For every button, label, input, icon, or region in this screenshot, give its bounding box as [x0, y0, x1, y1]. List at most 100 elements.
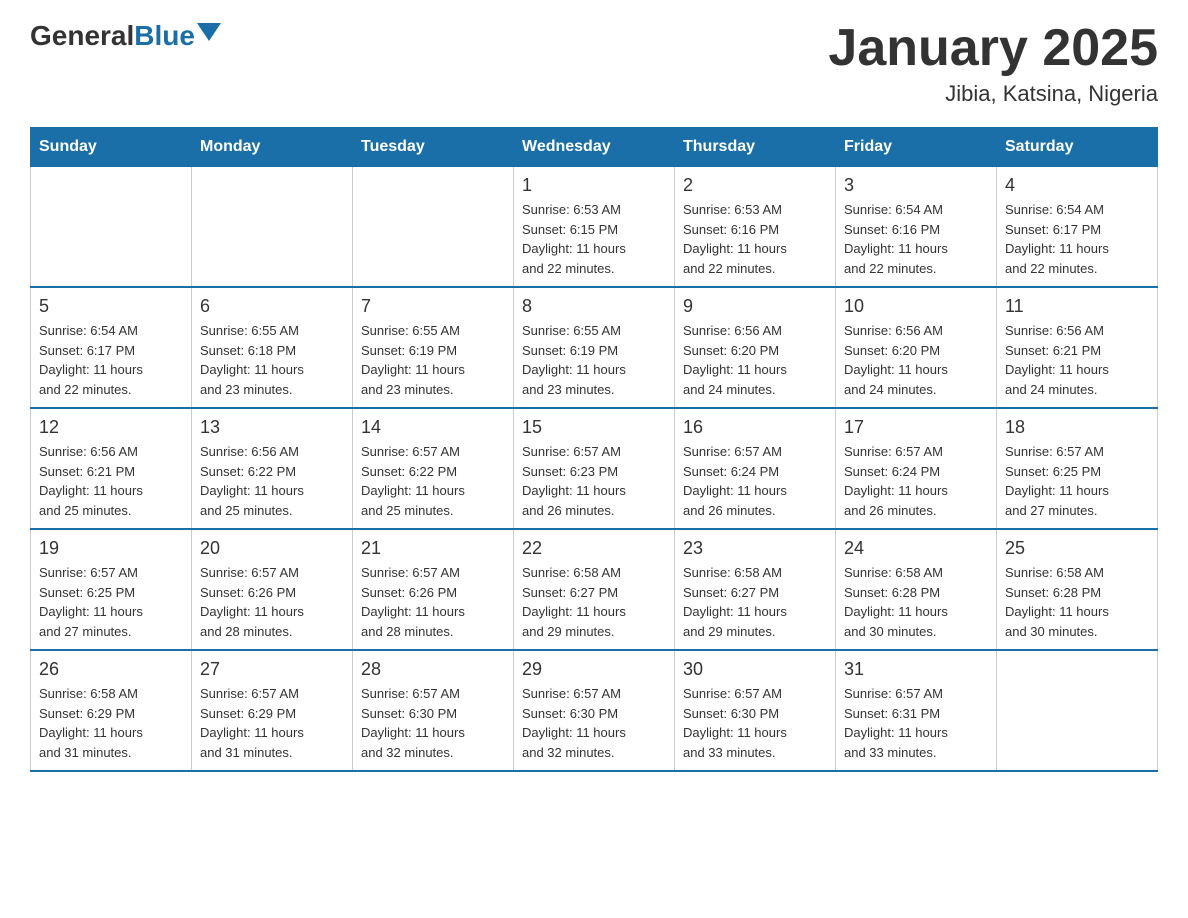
- day-info: Sunrise: 6:53 AM Sunset: 6:16 PM Dayligh…: [683, 200, 827, 278]
- day-info: Sunrise: 6:55 AM Sunset: 6:19 PM Dayligh…: [361, 321, 505, 399]
- calendar-week-row: 19 Sunrise: 6:57 AM Sunset: 6:25 PM Dayli…: [31, 529, 1158, 650]
- day-number: 24: [844, 538, 988, 559]
- calendar-cell: 3Sunrise: 6:54 AM Sunset: 6:16 PM Daylig…: [836, 167, 997, 288]
- calendar-table: SundayMondayTuesdayWednesdayThursdayFrid…: [30, 127, 1158, 772]
- calendar-cell: 15 Sunrise: 6:57 AM Sunset: 6:23 PM Dayli…: [514, 408, 675, 529]
- day-info: Sunrise: 6:57 AM Sunset: 6:24 PM Dayligh…: [683, 442, 827, 520]
- day-info: Sunrise: 6:57 AM Sunset: 6:30 PM Dayligh…: [522, 684, 666, 762]
- calendar-cell: 19 Sunrise: 6:57 AM Sunset: 6:25 PM Dayli…: [31, 529, 192, 650]
- calendar-header-row: SundayMondayTuesdayWednesdayThursdayFrid…: [31, 128, 1158, 167]
- calendar-cell: 5 Sunrise: 6:54 AM Sunset: 6:17 PM Daylig…: [31, 287, 192, 408]
- calendar-cell: 21 Sunrise: 6:57 AM Sunset: 6:26 PM Dayli…: [353, 529, 514, 650]
- calendar-cell: 2 Sunrise: 6:53 AM Sunset: 6:16 PM Daylig…: [675, 167, 836, 288]
- day-info: Sunrise: 6:57 AM Sunset: 6:24 PM Dayligh…: [844, 442, 988, 520]
- day-number: 6: [200, 296, 344, 317]
- day-number: 28: [361, 659, 505, 680]
- calendar-week-row: 26Sunrise: 6:58 AM Sunset: 6:29 PM Dayli…: [31, 650, 1158, 771]
- day-number: 30: [683, 659, 827, 680]
- day-info: Sunrise: 6:56 AM Sunset: 6:21 PM Dayligh…: [1005, 321, 1149, 399]
- day-info: Sunrise: 6:58 AM Sunset: 6:28 PM Dayligh…: [1005, 563, 1149, 641]
- day-info: Sunrise: 6:58 AM Sunset: 6:27 PM Dayligh…: [522, 563, 666, 641]
- calendar-week-row: 12 Sunrise: 6:56 AM Sunset: 6:21 PM Dayli…: [31, 408, 1158, 529]
- day-number: 12: [39, 417, 183, 438]
- header-friday: Friday: [836, 128, 997, 167]
- calendar-cell: 28 Sunrise: 6:57 AM Sunset: 6:30 PM Dayli…: [353, 650, 514, 771]
- day-number: 23: [683, 538, 827, 559]
- header-sunday: Sunday: [31, 128, 192, 167]
- day-info: Sunrise: 6:54 AM Sunset: 6:16 PM Dayligh…: [844, 200, 988, 278]
- day-info: Sunrise: 6:54 AM Sunset: 6:17 PM Dayligh…: [39, 321, 183, 399]
- day-number: 18: [1005, 417, 1149, 438]
- day-number: 5: [39, 296, 183, 317]
- calendar-cell: [997, 650, 1158, 771]
- calendar-cell: 11 Sunrise: 6:56 AM Sunset: 6:21 PM Dayli…: [997, 287, 1158, 408]
- day-number: 22: [522, 538, 666, 559]
- day-info: Sunrise: 6:57 AM Sunset: 6:29 PM Dayligh…: [200, 684, 344, 762]
- day-info: Sunrise: 6:55 AM Sunset: 6:19 PM Dayligh…: [522, 321, 666, 399]
- day-info: Sunrise: 6:57 AM Sunset: 6:22 PM Dayligh…: [361, 442, 505, 520]
- day-number: 11: [1005, 296, 1149, 317]
- day-number: 14: [361, 417, 505, 438]
- calendar-subtitle: Jibia, Katsina, Nigeria: [828, 81, 1158, 107]
- calendar-cell: 16 Sunrise: 6:57 AM Sunset: 6:24 PM Dayli…: [675, 408, 836, 529]
- day-number: 4: [1005, 175, 1149, 196]
- header-monday: Monday: [192, 128, 353, 167]
- calendar-cell: 31 Sunrise: 6:57 AM Sunset: 6:31 PM Dayli…: [836, 650, 997, 771]
- calendar-week-row: 5 Sunrise: 6:54 AM Sunset: 6:17 PM Daylig…: [31, 287, 1158, 408]
- day-number: 17: [844, 417, 988, 438]
- day-number: 19: [39, 538, 183, 559]
- header-wednesday: Wednesday: [514, 128, 675, 167]
- day-number: 31: [844, 659, 988, 680]
- day-number: 25: [1005, 538, 1149, 559]
- day-info: Sunrise: 6:54 AM Sunset: 6:17 PM Dayligh…: [1005, 200, 1149, 278]
- day-info: Sunrise: 6:57 AM Sunset: 6:26 PM Dayligh…: [200, 563, 344, 641]
- day-number: 9: [683, 296, 827, 317]
- header-tuesday: Tuesday: [353, 128, 514, 167]
- calendar-cell: 18Sunrise: 6:57 AM Sunset: 6:25 PM Dayli…: [997, 408, 1158, 529]
- day-info: Sunrise: 6:56 AM Sunset: 6:20 PM Dayligh…: [844, 321, 988, 399]
- calendar-title: January 2025: [828, 20, 1158, 77]
- calendar-cell: 22 Sunrise: 6:58 AM Sunset: 6:27 PM Dayli…: [514, 529, 675, 650]
- day-number: 20: [200, 538, 344, 559]
- calendar-cell: 13Sunrise: 6:56 AM Sunset: 6:22 PM Dayli…: [192, 408, 353, 529]
- day-number: 10: [844, 296, 988, 317]
- page-header: General Blue January 2025 Jibia, Katsina…: [30, 20, 1158, 107]
- day-info: Sunrise: 6:57 AM Sunset: 6:23 PM Dayligh…: [522, 442, 666, 520]
- calendar-cell: 6 Sunrise: 6:55 AM Sunset: 6:18 PM Daylig…: [192, 287, 353, 408]
- calendar-cell: [31, 167, 192, 288]
- day-info: Sunrise: 6:57 AM Sunset: 6:30 PM Dayligh…: [361, 684, 505, 762]
- logo-general-text: General: [30, 20, 134, 52]
- day-info: Sunrise: 6:57 AM Sunset: 6:30 PM Dayligh…: [683, 684, 827, 762]
- day-info: Sunrise: 6:56 AM Sunset: 6:21 PM Dayligh…: [39, 442, 183, 520]
- day-info: Sunrise: 6:53 AM Sunset: 6:15 PM Dayligh…: [522, 200, 666, 278]
- logo-blue-text: Blue: [134, 20, 195, 52]
- day-number: 15: [522, 417, 666, 438]
- calendar-cell: 7Sunrise: 6:55 AM Sunset: 6:19 PM Daylig…: [353, 287, 514, 408]
- calendar-cell: 12 Sunrise: 6:56 AM Sunset: 6:21 PM Dayli…: [31, 408, 192, 529]
- day-number: 1: [522, 175, 666, 196]
- calendar-cell: 10 Sunrise: 6:56 AM Sunset: 6:20 PM Dayli…: [836, 287, 997, 408]
- day-info: Sunrise: 6:57 AM Sunset: 6:26 PM Dayligh…: [361, 563, 505, 641]
- day-number: 8: [522, 296, 666, 317]
- day-number: 27: [200, 659, 344, 680]
- calendar-cell: 30 Sunrise: 6:57 AM Sunset: 6:30 PM Dayli…: [675, 650, 836, 771]
- day-info: Sunrise: 6:58 AM Sunset: 6:28 PM Dayligh…: [844, 563, 988, 641]
- day-number: 21: [361, 538, 505, 559]
- calendar-cell: 24 Sunrise: 6:58 AM Sunset: 6:28 PM Dayli…: [836, 529, 997, 650]
- day-info: Sunrise: 6:55 AM Sunset: 6:18 PM Dayligh…: [200, 321, 344, 399]
- calendar-cell: 29Sunrise: 6:57 AM Sunset: 6:30 PM Dayli…: [514, 650, 675, 771]
- header-saturday: Saturday: [997, 128, 1158, 167]
- calendar-cell: 1 Sunrise: 6:53 AM Sunset: 6:15 PM Daylig…: [514, 167, 675, 288]
- day-info: Sunrise: 6:57 AM Sunset: 6:25 PM Dayligh…: [39, 563, 183, 641]
- day-number: 2: [683, 175, 827, 196]
- day-number: 16: [683, 417, 827, 438]
- logo: General Blue: [30, 20, 221, 52]
- calendar-cell: 4 Sunrise: 6:54 AM Sunset: 6:17 PM Daylig…: [997, 167, 1158, 288]
- calendar-cell: 26Sunrise: 6:58 AM Sunset: 6:29 PM Dayli…: [31, 650, 192, 771]
- day-info: Sunrise: 6:57 AM Sunset: 6:31 PM Dayligh…: [844, 684, 988, 762]
- calendar-cell: 20 Sunrise: 6:57 AM Sunset: 6:26 PM Dayli…: [192, 529, 353, 650]
- calendar-cell: 8 Sunrise: 6:55 AM Sunset: 6:19 PM Daylig…: [514, 287, 675, 408]
- calendar-cell: 27 Sunrise: 6:57 AM Sunset: 6:29 PM Dayli…: [192, 650, 353, 771]
- calendar-cell: [353, 167, 514, 288]
- logo-triangle-icon: [197, 23, 221, 41]
